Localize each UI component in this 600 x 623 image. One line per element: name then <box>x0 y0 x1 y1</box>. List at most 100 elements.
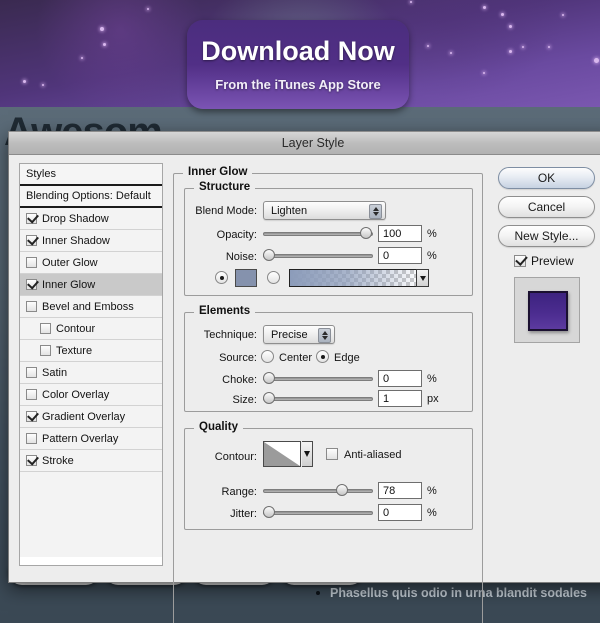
styles-list-empty-space <box>20 472 162 557</box>
preview-checkbox[interactable] <box>514 255 526 267</box>
anti-aliased-checkbox[interactable] <box>326 448 338 460</box>
structure-group-title: Structure <box>194 181 256 193</box>
star-icon <box>410 1 412 3</box>
styles-list-item-inner-glow[interactable]: Inner Glow <box>20 274 162 296</box>
jitter-label: Jitter: <box>230 508 257 520</box>
fill-type-gradient-radio[interactable] <box>267 271 280 284</box>
list-item-label: Stroke <box>42 454 74 467</box>
dialog-titlebar[interactable]: Layer Style <box>9 131 600 155</box>
noise-input[interactable]: 0 <box>378 247 422 264</box>
source-center-radio[interactable] <box>261 350 274 363</box>
checkbox-texture[interactable] <box>40 345 51 356</box>
list-item-label: Pattern Overlay <box>42 432 119 445</box>
styles-list-header[interactable]: Styles <box>20 164 162 186</box>
star-icon <box>450 52 452 54</box>
styles-list-item-satin[interactable]: Satin <box>20 362 162 384</box>
glow-color-swatch[interactable] <box>235 269 257 287</box>
layer-style-dialog: Layer Style Styles Blending Options: Def… <box>8 131 600 623</box>
opacity-slider[interactable] <box>263 227 373 241</box>
star-icon <box>509 50 512 53</box>
range-input[interactable]: 78 <box>378 482 422 499</box>
styles-list-item-texture[interactable]: Texture <box>20 340 162 362</box>
source-edge-radio[interactable] <box>316 350 329 363</box>
contour-preview[interactable] <box>263 441 301 467</box>
list-item-label: Satin <box>42 366 68 379</box>
slider-track <box>263 489 373 493</box>
source-label: Source: <box>219 352 257 364</box>
slider-knob[interactable] <box>336 484 348 496</box>
range-value: 78 <box>383 484 396 497</box>
slider-knob[interactable] <box>263 392 275 404</box>
ok-button-label: OK <box>537 171 556 185</box>
checkbox-inner-shadow[interactable] <box>26 235 37 246</box>
glow-gradient-preview[interactable] <box>289 269 417 287</box>
range-slider[interactable] <box>263 484 373 498</box>
noise-label: Noise: <box>225 251 257 263</box>
gradient-picker-chevron-down-icon[interactable] <box>416 269 429 287</box>
slider-knob[interactable] <box>263 506 275 518</box>
styles-list-item-bevel-and-emboss[interactable]: Bevel and Emboss <box>20 296 162 318</box>
size-slider[interactable] <box>263 392 373 406</box>
checkbox-contour[interactable] <box>40 323 51 334</box>
blend-mode-select[interactable]: Lighten <box>263 201 386 220</box>
technique-select[interactable]: Precise <box>263 325 335 344</box>
jitter-input[interactable]: 0 <box>378 504 422 521</box>
contour-chevron-down-icon[interactable] <box>302 441 313 467</box>
preview-toggle[interactable]: Preview <box>514 254 574 268</box>
style-preview-swatch <box>528 291 568 331</box>
inner-glow-panel-title: Inner Glow <box>183 166 253 178</box>
star-icon <box>594 58 599 63</box>
download-now-button[interactable]: Download Now From the iTunes App Store <box>187 20 409 109</box>
page-root: Awesom Download Now From the iTunes App … <box>0 0 600 623</box>
opacity-input[interactable]: 100 <box>378 225 422 242</box>
list-item-label: Inner Shadow <box>42 234 110 247</box>
jitter-slider[interactable] <box>263 506 373 520</box>
styles-list-item-contour[interactable]: Contour <box>20 318 162 340</box>
download-button-title: Download Now <box>201 36 395 66</box>
choke-slider[interactable] <box>263 372 373 386</box>
checkbox-inner-glow[interactable] <box>26 279 37 290</box>
star-icon <box>100 27 104 31</box>
new-style-button[interactable]: New Style... <box>498 225 595 247</box>
preview-label: Preview <box>531 254 574 268</box>
structure-group: Structure Blend Mode: Lighten Opacity: 1… <box>184 181 473 296</box>
download-button-subtitle: From the iTunes App Store <box>215 77 381 92</box>
range-unit: % <box>427 485 437 497</box>
styles-list-item-pattern-overlay[interactable]: Pattern Overlay <box>20 428 162 450</box>
opacity-label: Opacity: <box>216 229 257 241</box>
star-icon <box>548 46 550 48</box>
styles-list-item-color-overlay[interactable]: Color Overlay <box>20 384 162 406</box>
checkbox-stroke[interactable] <box>26 455 37 466</box>
size-label: Size: <box>232 394 257 406</box>
slider-knob[interactable] <box>360 227 372 239</box>
styles-list-item-drop-shadow[interactable]: Drop Shadow <box>20 208 162 230</box>
styles-list-item-inner-shadow[interactable]: Inner Shadow <box>20 230 162 252</box>
star-icon <box>42 84 44 86</box>
checkbox-pattern-overlay[interactable] <box>26 433 37 444</box>
fill-type-color-radio[interactable] <box>215 271 228 284</box>
styles-list[interactable]: Styles Blending Options: Default Drop Sh… <box>19 163 163 566</box>
checkbox-drop-shadow[interactable] <box>26 213 37 224</box>
star-icon <box>483 6 486 9</box>
technique-value: Precise <box>271 328 308 341</box>
checkbox-satin[interactable] <box>26 367 37 378</box>
styles-list-item-stroke[interactable]: Stroke <box>20 450 162 472</box>
size-input[interactable]: 1 <box>378 390 422 407</box>
list-item-label: Color Overlay <box>42 388 110 401</box>
quality-group: Quality Contour: Anti-aliased Range: 78 … <box>184 421 473 530</box>
styles-list-item-gradient-overlay[interactable]: Gradient Overlay <box>20 406 162 428</box>
noise-slider[interactable] <box>263 249 373 263</box>
cancel-button[interactable]: Cancel <box>498 196 595 218</box>
styles-list-item-outer-glow[interactable]: Outer Glow <box>20 252 162 274</box>
choke-input[interactable]: 0 <box>378 370 422 387</box>
slider-knob[interactable] <box>263 372 275 384</box>
quality-group-title: Quality <box>194 421 243 433</box>
ok-button[interactable]: OK <box>498 167 595 189</box>
slider-knob[interactable] <box>263 249 275 261</box>
checkbox-gradient-overlay[interactable] <box>26 411 37 422</box>
source-edge-label: Edge <box>334 352 360 364</box>
checkbox-outer-glow[interactable] <box>26 257 37 268</box>
checkbox-bevel-and-emboss[interactable] <box>26 301 37 312</box>
checkbox-color-overlay[interactable] <box>26 389 37 400</box>
styles-list-item-blending-options[interactable]: Blending Options: Default <box>20 186 162 208</box>
